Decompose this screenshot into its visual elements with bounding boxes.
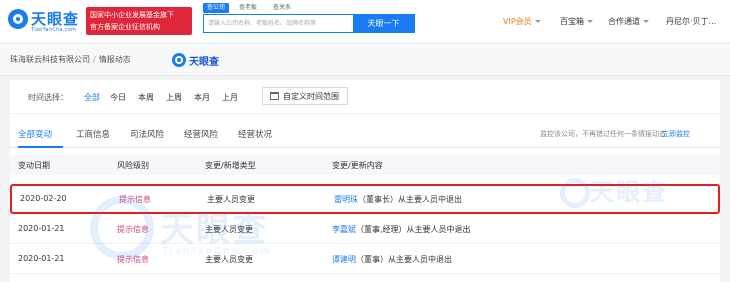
column-header-content: 变更/更新内容 — [332, 161, 383, 170]
row-risk-level: 提示信息 — [119, 195, 151, 204]
breadcrumb-separator: / — [93, 55, 96, 64]
monitor-now-link[interactable]: 立即监控 — [662, 129, 690, 139]
logo-text: 天眼查 — [31, 10, 80, 28]
time-option-all[interactable]: 全部 — [84, 92, 100, 103]
row-content-text: （董事）从主要人员中退出 — [356, 255, 452, 264]
search-tab-company[interactable]: 查公司 — [203, 3, 230, 13]
custom-range-button[interactable]: 自定义时间范围 — [262, 87, 348, 105]
breadcrumb-page: 情报动态 — [98, 55, 131, 64]
search-tab-boss[interactable]: 查老板 — [239, 3, 257, 13]
time-option-last-month[interactable]: 上月 — [222, 92, 238, 103]
row-date: 2020-02-20 — [20, 194, 67, 203]
custom-range-label: 自定义时间范围 — [283, 92, 339, 101]
eye-logo-icon — [172, 53, 186, 67]
tianyancha-logo[interactable]: 天眼查 TianYanCha.com — [8, 6, 80, 36]
breadcrumb: 珠海联云科技有限公司 / 情报动态 — [10, 54, 131, 65]
search-box: 天眼一下 — [203, 14, 415, 33]
column-header-type: 变更/新增类型 — [205, 161, 256, 170]
top-header: 天眼查 TianYanCha.com 国家中小企业发展基金旗下 官方备案企业征信… — [0, 0, 730, 44]
breadcrumb-bar: 珠海联云科技有限公司 / 情报动态 天眼查 — [0, 44, 730, 76]
person-link[interactable]: 李嘉斌 — [332, 225, 356, 234]
tabs-row: 全部变动 工商信息 司法风险 经营风险 经营状况 监控该公司，不再错过任何一条情… — [10, 122, 720, 148]
tab-judicial-risk[interactable]: 司法风险 — [130, 128, 164, 140]
intel-card: 时间选择： 全部 今日 本周 上周 本月 上月 自定义时间范围 全部变动 工商信… — [10, 80, 720, 282]
gov-badge[interactable]: 国家中小企业发展基金旗下 官方备案企业征信机构 — [86, 7, 192, 35]
brand-text: 天眼查 — [189, 57, 219, 68]
table-row[interactable]: 2020-01-21 提示信息 主要人员变更 谭建明（董事）从主要人员中退出 — [10, 244, 720, 274]
breadcrumb-company[interactable]: 珠海联云科技有限公司 — [10, 55, 90, 64]
row-content: 李嘉斌（董事,经理）从主要人员中退出 — [332, 224, 471, 235]
nav-baobao[interactable]: 百宝箱 — [560, 16, 593, 28]
calendar-icon — [270, 92, 279, 100]
table-row[interactable]: 2020-01-21 提示信息 主要人员变更 李嘉斌（董事,经理）从主要人员中退… — [10, 214, 720, 244]
table-header: 变动日期 风险级别 变更/新增类型 变更/更新内容 — [10, 155, 720, 175]
gov-badge-line: 国家中小企业发展基金旗下 — [90, 11, 174, 19]
row-date: 2020-01-21 — [18, 254, 65, 263]
row-date: 2020-01-21 — [18, 224, 65, 233]
row-content-text: （董事长）从主要人员中退出 — [358, 195, 462, 204]
gov-badge-line: 官方备案企业征信机构 — [90, 23, 160, 31]
tab-operation-status[interactable]: 经营状况 — [238, 128, 272, 140]
row-content: 雷明珠（董事长）从主要人员中退出 — [334, 194, 462, 205]
person-link[interactable]: 雷明珠 — [334, 195, 358, 204]
row-risk-level: 提示信息 — [117, 255, 149, 264]
nav-coop[interactable]: 合作通道 — [608, 16, 649, 28]
search-button[interactable]: 天眼一下 — [353, 15, 414, 32]
chevron-down-icon — [534, 20, 541, 23]
nav-user[interactable]: 丹尼尔·贝丁... — [666, 16, 716, 28]
row-content: 谭建明（董事）从主要人员中退出 — [332, 254, 452, 265]
search-tab-relation[interactable]: 查关系 — [273, 3, 291, 13]
nav-user-label: 丹尼尔·贝丁... — [666, 17, 717, 26]
nav-coop-label: 合作通道 — [608, 17, 640, 26]
nav-baobao-label: 百宝箱 — [560, 17, 584, 26]
chevron-down-icon — [643, 20, 649, 23]
column-header-date: 变动日期 — [18, 161, 50, 170]
person-link[interactable]: 谭建明 — [332, 255, 356, 264]
row-change-type: 主要人员变更 — [207, 195, 255, 204]
active-tab-indicator — [18, 146, 63, 148]
time-filter-label: 时间选择： — [28, 93, 68, 102]
time-filter-row: 时间选择： 全部 今日 本周 上周 本月 上月 自定义时间范围 — [10, 80, 720, 114]
row-change-type: 主要人员变更 — [205, 225, 253, 234]
time-option-today[interactable]: 今日 — [110, 92, 126, 103]
eye-logo-icon — [8, 9, 28, 29]
tab-operation-risk[interactable]: 经营风险 — [184, 128, 218, 140]
row-risk-level: 提示信息 — [117, 225, 149, 234]
nav-vip-label: VIP会员 — [503, 17, 532, 26]
column-header-risk: 风险级别 — [117, 161, 149, 170]
monitor-note: 监控该公司，不再错过任何一条情报动态 — [540, 130, 666, 138]
row-change-type: 主要人员变更 — [205, 255, 253, 264]
table-row[interactable]: 2020-02-20 提示信息 主要人员变更 雷明珠（董事长）从主要人员中退出 — [10, 184, 720, 214]
row-content-text: （董事,经理）从主要人员中退出 — [356, 225, 471, 234]
tab-all-changes[interactable]: 全部变动 — [18, 128, 52, 140]
search-input[interactable] — [204, 15, 354, 32]
time-option-this-week[interactable]: 本周 — [138, 92, 154, 103]
logo-subtext: TianYanCha.com — [31, 27, 77, 33]
time-option-last-week[interactable]: 上周 — [166, 92, 182, 103]
time-option-this-month[interactable]: 本月 — [194, 92, 210, 103]
nav-vip[interactable]: VIP会员 — [503, 16, 541, 28]
chevron-down-icon — [587, 20, 593, 23]
tab-business-info[interactable]: 工商信息 — [76, 128, 110, 140]
